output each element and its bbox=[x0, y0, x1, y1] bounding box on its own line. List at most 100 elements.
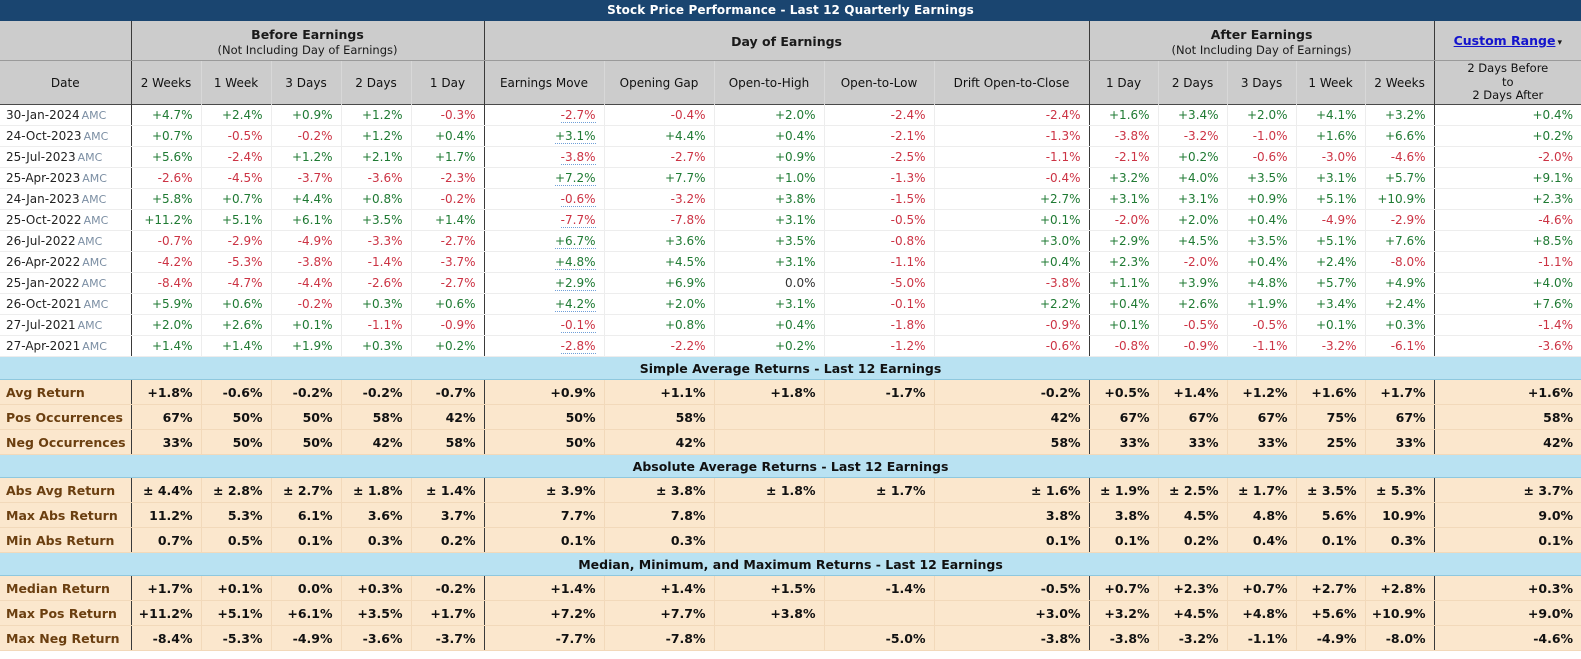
session-label: AMC bbox=[82, 340, 107, 353]
summary-metric-cell: 10.9% bbox=[1364, 502, 1435, 528]
metric-cell: -4.9% bbox=[270, 230, 341, 252]
summary-metric-cell: +0.5% bbox=[1088, 379, 1159, 405]
session-label: AMC bbox=[83, 130, 109, 143]
metric-cell: +3.5% bbox=[713, 230, 824, 252]
col-before-2weeks: 2 Weeks bbox=[130, 60, 201, 105]
earnings-move-value[interactable]: -2.7% bbox=[560, 108, 596, 123]
metric-cell: +0.1% bbox=[933, 209, 1090, 231]
metric-cell: -0.6% bbox=[483, 188, 604, 210]
summary-metric-cell: +11.2% bbox=[130, 600, 201, 626]
earnings-performance-table: Stock Price Performance - Last 12 Quarte… bbox=[0, 0, 1581, 659]
metric-cell: +1.7% bbox=[410, 146, 485, 168]
summary-metric-cell: ± 5.3% bbox=[1364, 477, 1435, 503]
earnings-move-value[interactable]: -0.1% bbox=[560, 318, 596, 333]
group-header-row: Before Earnings (Not Including Day of Ea… bbox=[0, 21, 1581, 61]
summary-metric-cell: ± 2.5% bbox=[1157, 477, 1228, 503]
metric-cell: -2.7% bbox=[410, 272, 485, 294]
earnings-move-value[interactable]: +7.2% bbox=[554, 171, 596, 186]
metric-cell: -0.5% bbox=[1157, 314, 1228, 336]
metric-cell: -4.6% bbox=[1364, 146, 1435, 168]
earnings-move-value[interactable]: -7.7% bbox=[560, 213, 596, 228]
metric-cell: -2.2% bbox=[603, 335, 714, 357]
summary-metric-cell: +7.7% bbox=[603, 600, 714, 626]
summary-metric-cell: ± 1.7% bbox=[823, 477, 934, 503]
group-header-custom[interactable]: Custom Range ▾ bbox=[1434, 21, 1581, 61]
metric-cell: +7.6% bbox=[1433, 293, 1581, 315]
earnings-date-cell: 30-Jan-2024 AMC bbox=[0, 104, 132, 126]
summary-metric-cell: -1.7% bbox=[823, 379, 934, 405]
metric-cell: -2.9% bbox=[200, 230, 271, 252]
metric-cell: 0.0% bbox=[713, 272, 824, 294]
earnings-move-value[interactable]: -3.8% bbox=[560, 150, 596, 165]
metric-cell: +0.8% bbox=[340, 188, 411, 210]
metric-cell: -0.9% bbox=[1157, 335, 1228, 357]
summary-metric-cell: 7.8% bbox=[603, 502, 714, 528]
metric-cell: +4.7% bbox=[130, 104, 201, 126]
metric-cell: +3.6% bbox=[603, 230, 714, 252]
summary-metric-cell bbox=[713, 527, 824, 553]
summary-metric-cell: +1.4% bbox=[1157, 379, 1228, 405]
summary-metric-cell: 4.5% bbox=[1157, 502, 1228, 528]
table-row: 25-Apr-2023 AMC -2.6% -4.5% -3.7% -3.6% -2.3% +… bbox=[0, 167, 1581, 189]
metric-cell: +3.1% bbox=[713, 209, 824, 231]
metric-cell: +0.6% bbox=[200, 293, 271, 315]
metric-cell: +2.4% bbox=[1364, 293, 1435, 315]
custom-range-link[interactable]: Custom Range bbox=[1454, 33, 1556, 48]
summary-metric-cell: 0.1% bbox=[1433, 527, 1581, 553]
summary-metric-cell: +4.5% bbox=[1157, 600, 1228, 626]
performance-grid: Before Earnings (Not Including Day of Ea… bbox=[0, 21, 1581, 651]
earnings-move-value[interactable]: +4.8% bbox=[554, 255, 596, 270]
group-header-before: Before Earnings (Not Including Day of Ea… bbox=[131, 21, 485, 61]
earnings-move-value[interactable]: -0.6% bbox=[560, 192, 596, 207]
session-label: AMC bbox=[81, 277, 107, 290]
summary-metric-cell: +0.7% bbox=[1088, 575, 1159, 601]
earnings-move-value[interactable]: +3.1% bbox=[554, 129, 596, 144]
summary-row: Avg Return +1.8% -0.6% -0.2% -0.2% -0.7% +0.9%… bbox=[0, 379, 1581, 405]
metric-cell: +1.9% bbox=[1226, 293, 1297, 315]
metric-cell: +1.0% bbox=[713, 167, 824, 189]
earnings-move-value[interactable]: +2.9% bbox=[554, 276, 596, 291]
summary-row: Median Return +1.7% +0.1% 0.0% +0.3% -0.2% +1.… bbox=[0, 575, 1581, 601]
table-row: 26-Apr-2022 AMC -4.2% -5.3% -3.8% -1.4% -3.7% +… bbox=[0, 251, 1581, 273]
metric-cell: +2.0% bbox=[130, 314, 201, 336]
summary-metric-cell: +1.4% bbox=[603, 575, 714, 601]
metric-cell: +3.0% bbox=[933, 230, 1090, 252]
summary-metric-cell: 33% bbox=[1157, 429, 1228, 455]
summary-metric-cell: ± 1.4% bbox=[410, 477, 485, 503]
earnings-move-value[interactable]: -2.8% bbox=[560, 339, 596, 354]
earnings-move-value[interactable]: +4.2% bbox=[554, 297, 596, 312]
section-banner-label: Median, Minimum, and Maximum Returns - L… bbox=[0, 552, 1581, 576]
summary-metric-cell: 0.1% bbox=[483, 527, 604, 553]
col-open-to-low: Open-to-Low bbox=[823, 60, 934, 105]
col-open-to-high: Open-to-High bbox=[713, 60, 824, 105]
summary-metric-cell: +1.6% bbox=[1433, 379, 1581, 405]
chevron-down-icon[interactable]: ▾ bbox=[1555, 38, 1562, 48]
summary-row: Max Pos Return +11.2% +5.1% +6.1% +3.5% +1.7%… bbox=[0, 600, 1581, 626]
metric-cell: +5.8% bbox=[130, 188, 201, 210]
metric-cell: +1.2% bbox=[340, 125, 411, 147]
metric-cell: +2.3% bbox=[1433, 188, 1581, 210]
summary-metric-cell: +1.8% bbox=[713, 379, 824, 405]
summary-metric-cell: 50% bbox=[483, 404, 604, 430]
summary-metric-cell: 50% bbox=[200, 429, 271, 455]
earnings-move-value[interactable]: +6.7% bbox=[554, 234, 596, 249]
metric-cell: +5.1% bbox=[1295, 230, 1366, 252]
metric-cell: +2.0% bbox=[1157, 209, 1228, 231]
summary-metric-cell: -4.9% bbox=[1295, 625, 1366, 651]
col-custom-line1: 2 Days Before bbox=[1467, 61, 1549, 76]
metric-cell: +0.7% bbox=[200, 188, 271, 210]
summary-metric-cell: 5.3% bbox=[200, 502, 271, 528]
metric-cell: +6.6% bbox=[1364, 125, 1435, 147]
summary-metric-cell: ± 1.9% bbox=[1088, 477, 1159, 503]
metric-cell: +2.0% bbox=[603, 293, 714, 315]
metric-cell: +8.5% bbox=[1433, 230, 1581, 252]
session-label: AMC bbox=[81, 109, 107, 122]
col-opening-gap: Opening Gap bbox=[603, 60, 714, 105]
summary-metric-cell: +6.1% bbox=[270, 600, 341, 626]
metric-cell: -2.7% bbox=[483, 104, 604, 126]
summary-metric-cell bbox=[713, 404, 824, 430]
summary-metric-cell: +1.7% bbox=[1364, 379, 1435, 405]
table-row: 27-Apr-2021 AMC +1.4% +1.4% +1.9% +0.3% +0.2% -… bbox=[0, 335, 1581, 357]
summary-metric-cell: +7.2% bbox=[483, 600, 604, 626]
col-after-2weeks: 2 Weeks bbox=[1364, 60, 1435, 105]
